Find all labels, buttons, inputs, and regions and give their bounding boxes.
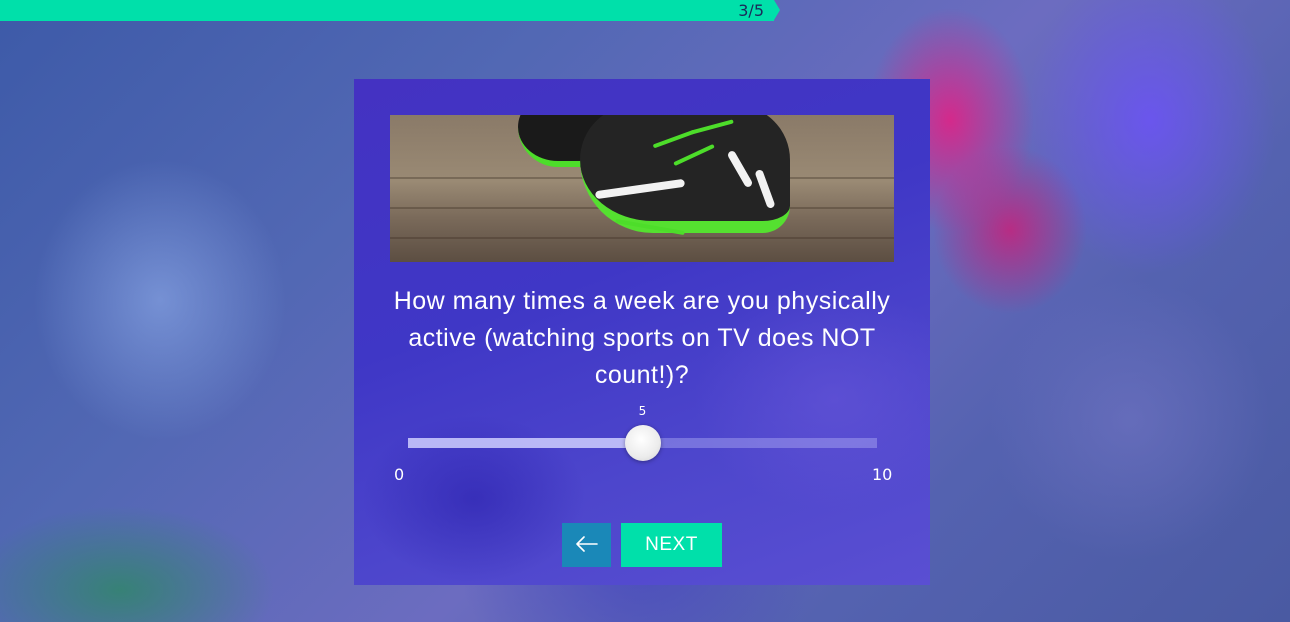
progress-label: 3/5 [738, 1, 764, 20]
progress-bar-fill: 3/5 [0, 0, 780, 21]
next-button[interactable]: NEXT [621, 523, 722, 567]
slider-thumb[interactable] [624, 425, 661, 461]
question-text: How many times a week are you physically… [393, 287, 891, 389]
question-card: How many times a week are you physically… [354, 79, 930, 585]
slider-max-label: 10 [872, 465, 893, 484]
slider-min-label: 0 [394, 465, 405, 484]
progress-bar: 3/5 [0, 0, 1290, 21]
running-shoe-image [390, 115, 894, 262]
arrow-left-icon [575, 535, 598, 555]
slider-fill [408, 438, 643, 448]
back-button[interactable] [562, 523, 611, 567]
slider-value-label: 5 [638, 404, 647, 418]
activity-slider[interactable]: 5 [408, 404, 877, 461]
